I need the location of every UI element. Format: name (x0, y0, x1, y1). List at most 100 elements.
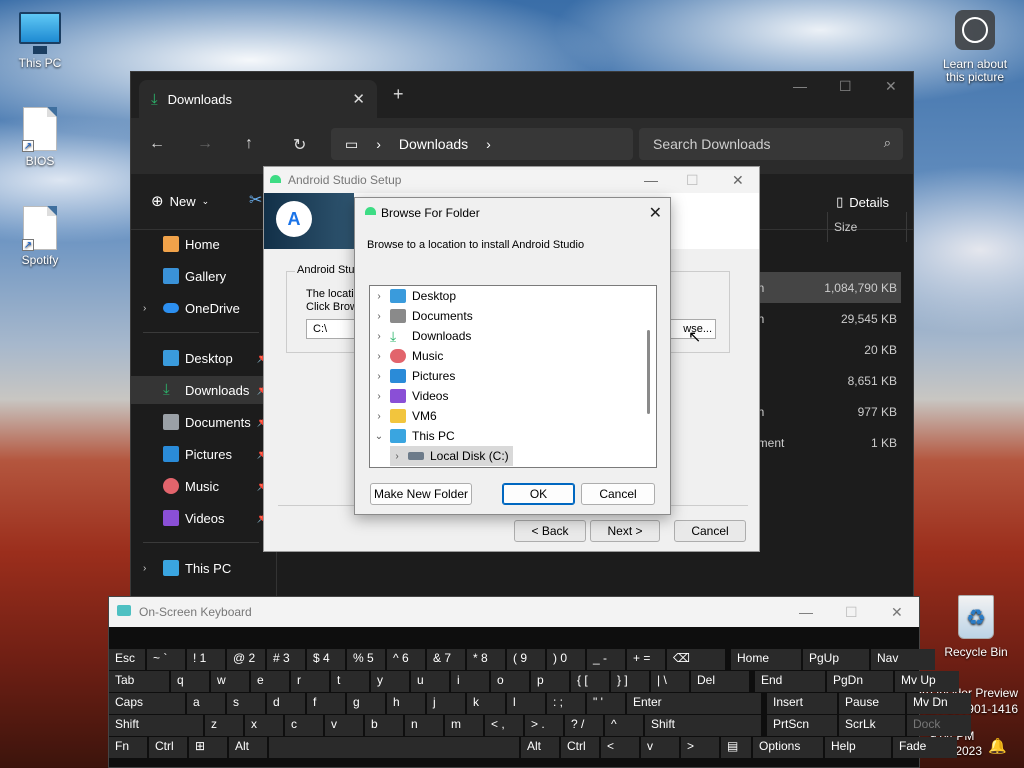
chevron-right-icon[interactable]: › (372, 311, 386, 322)
key-help[interactable]: Help (825, 737, 891, 758)
key-prtscn[interactable]: PrtScn (767, 715, 837, 736)
sidebar-item-desktop[interactable]: Desktop📌 (131, 344, 271, 372)
desktop-icon-this-pc[interactable]: This PC (4, 12, 76, 70)
tree-item-downloads[interactable]: › ⤓ Downloads (372, 326, 471, 346)
close-tab-icon[interactable]: ✕ (352, 90, 365, 108)
key-3[interactable]: # 3 (267, 649, 305, 670)
key-k[interactable]: k (467, 693, 505, 714)
maximize-icon[interactable]: ☐ (686, 172, 699, 189)
key-pause[interactable]: Pause (839, 693, 905, 714)
chevron-right-icon[interactable]: › (372, 411, 386, 422)
key-fn[interactable]: Fn (109, 737, 147, 758)
key-o[interactable]: o (491, 671, 529, 692)
key-symbol[interactable]: } ] (611, 671, 649, 692)
next-button[interactable]: Next > (590, 520, 660, 542)
key-5[interactable]: % 5 (347, 649, 385, 670)
table-row[interactable]: on 977 KB (751, 396, 901, 427)
key-s[interactable]: s (227, 693, 265, 714)
up-arrow-icon[interactable]: ↑ (245, 135, 253, 153)
key-alt[interactable]: Alt (229, 737, 267, 758)
sidebar-item-this-pc[interactable]: › This PC (131, 554, 271, 582)
cancel-button[interactable]: Cancel (674, 520, 746, 542)
key-fade[interactable]: Fade (893, 737, 957, 758)
chevron-right-icon[interactable]: › (143, 303, 146, 314)
key-symbol[interactable]: < , (485, 715, 523, 736)
key-pgdn[interactable]: PgDn (827, 671, 893, 692)
chevron-down-icon[interactable]: ⌄ (372, 431, 386, 442)
table-row[interactable]: e 8,651 KB (751, 365, 901, 396)
desktop-icon-spotify[interactable]: ↗ Spotify (4, 206, 76, 267)
key-symbol[interactable]: : ; (547, 693, 585, 714)
notification-bell-icon[interactable]: 🔔 (988, 737, 1007, 755)
new-button[interactable]: ⊕ New ⌄ (151, 192, 209, 210)
tree-item-pictures[interactable]: › Pictures (372, 366, 455, 386)
key-a[interactable]: a (187, 693, 225, 714)
close-window-icon[interactable]: ✕ (885, 78, 897, 95)
key-v[interactable]: v (325, 715, 363, 736)
key-m[interactable]: m (445, 715, 483, 736)
size-column-header[interactable]: Size (827, 212, 907, 242)
key-shift[interactable]: Shift (109, 715, 203, 736)
key-pgup[interactable]: PgUp (803, 649, 869, 670)
key-2[interactable]: @ 2 (227, 649, 265, 670)
key-symbol[interactable]: > (681, 737, 719, 758)
key-p[interactable]: p (531, 671, 569, 692)
ok-button[interactable]: OK (502, 483, 575, 505)
key-symbol[interactable]: ? / (565, 715, 603, 736)
forward-arrow-icon[interactable]: → (197, 135, 213, 153)
key-symbol[interactable]: " ' (587, 693, 625, 714)
table-row[interactable]: on 29,545 KB (751, 303, 901, 334)
key-z[interactable]: z (205, 715, 243, 736)
new-tab-icon[interactable]: + (393, 84, 404, 105)
sidebar-item-pictures[interactable]: Pictures📌 (131, 440, 271, 468)
make-new-folder-button[interactable]: Make New Folder (370, 483, 472, 505)
key-home[interactable]: Home (731, 649, 801, 670)
key-6[interactable]: ^ 6 (387, 649, 425, 670)
key-ctrl[interactable]: Ctrl (149, 737, 187, 758)
table-row[interactable]: ument 1 KB (751, 427, 901, 458)
close-icon[interactable]: ✕ (649, 203, 662, 223)
details-button[interactable]: ▯ Details (836, 194, 889, 210)
key-symbol[interactable]: + = (627, 649, 665, 670)
chevron-right-icon[interactable]: › (372, 391, 386, 402)
key-alt[interactable]: Alt (521, 737, 559, 758)
cut-icon[interactable]: ✂ (249, 190, 262, 210)
sidebar-item-videos[interactable]: Videos📌 (131, 504, 271, 532)
tree-item-this-pc[interactable]: ⌄ This PC (372, 426, 455, 446)
key-symbol[interactable]: ⊞ (189, 737, 227, 758)
key-symbol[interactable]: ^ (605, 715, 643, 736)
key-tab[interactable]: Tab (109, 671, 169, 692)
key-space[interactable] (269, 737, 519, 758)
key-dock[interactable]: Dock (907, 715, 971, 736)
refresh-icon[interactable]: ↻ (293, 135, 306, 155)
key-symbol[interactable]: _ - (587, 649, 625, 670)
key-8[interactable]: * 8 (467, 649, 505, 670)
back-button[interactable]: < Back (514, 520, 586, 542)
maximize-icon[interactable]: ☐ (839, 78, 852, 95)
minimize-icon[interactable]: — (799, 604, 813, 620)
key-ctrl[interactable]: Ctrl (561, 737, 599, 758)
key-q[interactable]: q (171, 671, 209, 692)
chevron-right-icon[interactable]: › (390, 451, 404, 462)
close-window-icon[interactable]: ✕ (732, 172, 744, 189)
sidebar-item-onedrive[interactable]: › OneDrive (131, 294, 271, 322)
chevron-right-icon[interactable]: › (372, 351, 386, 362)
key-7[interactable]: & 7 (427, 649, 465, 670)
key-n[interactable]: n (405, 715, 443, 736)
key-j[interactable]: j (427, 693, 465, 714)
key-y[interactable]: y (371, 671, 409, 692)
key-nav[interactable]: Nav (871, 649, 935, 670)
key-options[interactable]: Options (753, 737, 823, 758)
key-symbol[interactable]: > . (525, 715, 563, 736)
key-symbol[interactable]: ▤ (721, 737, 751, 758)
key-end[interactable]: End (755, 671, 825, 692)
tree-item-desktop[interactable]: › Desktop (372, 286, 456, 306)
key-w[interactable]: w (211, 671, 249, 692)
key-g[interactable]: g (347, 693, 385, 714)
key-c[interactable]: c (285, 715, 323, 736)
minimize-icon[interactable]: — (793, 78, 807, 94)
key-mv-up[interactable]: Mv Up (895, 671, 959, 692)
sidebar-item-music[interactable]: Music📌 (131, 472, 271, 500)
key-esc[interactable]: Esc (109, 649, 145, 670)
search-input[interactable]: Search Downloads ⌕ (639, 128, 903, 160)
